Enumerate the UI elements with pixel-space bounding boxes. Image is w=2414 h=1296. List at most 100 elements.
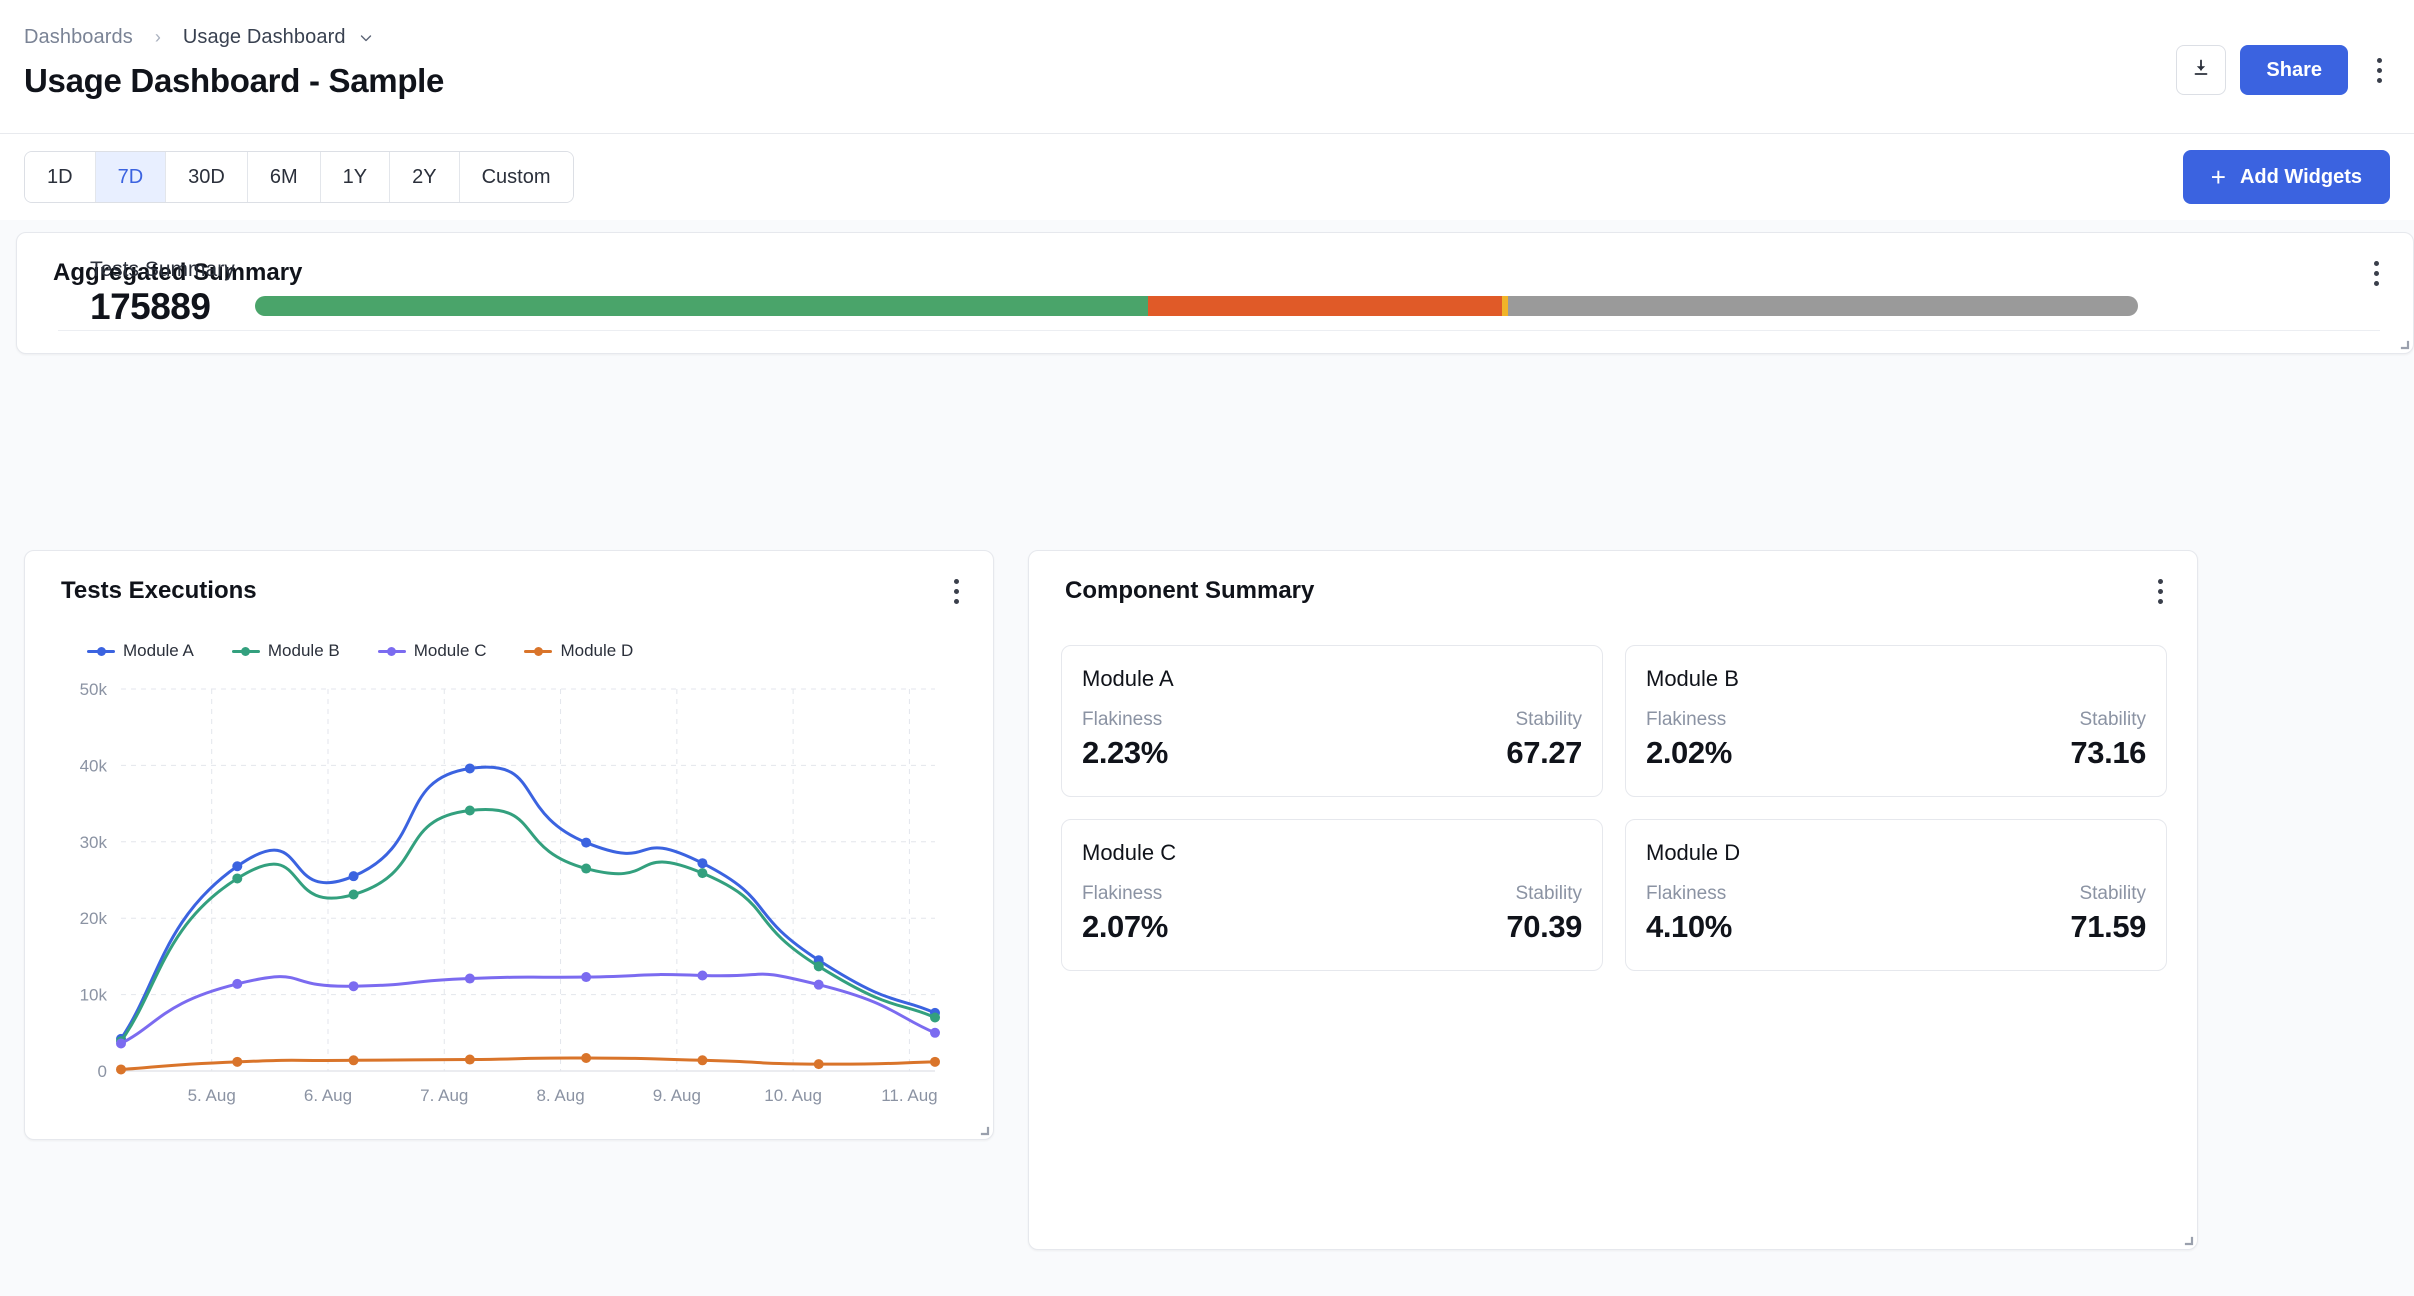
time-range-30d[interactable]: 30D xyxy=(166,152,248,202)
module-metrics-row: Flakiness 2.02% Stability 73.16 xyxy=(1646,709,2146,771)
legend-marker-icon xyxy=(524,645,553,657)
chevron-down-icon[interactable] xyxy=(358,30,374,46)
legend-item-module-d[interactable]: Module D xyxy=(524,641,633,661)
flakiness-metric: Flakiness 4.10% xyxy=(1646,883,1732,945)
breadcrumb: Dashboards › Usage Dashboard xyxy=(24,26,374,49)
aggregated-summary-menu-button[interactable] xyxy=(2359,255,2393,291)
module-card[interactable]: Module D Flakiness 4.10% Stability 71.59 xyxy=(1625,819,2167,971)
share-button[interactable]: Share xyxy=(2240,45,2348,95)
bar-segment-pending xyxy=(1501,296,1509,316)
data-point[interactable] xyxy=(348,889,359,900)
page-header: Dashboards › Usage Dashboard Usage Dashb… xyxy=(0,0,2414,134)
data-point[interactable] xyxy=(581,1053,592,1064)
stability-value: 73.16 xyxy=(2070,735,2146,770)
data-point[interactable] xyxy=(464,973,475,984)
module-card[interactable]: Module B Flakiness 2.02% Stability 73.16 xyxy=(1625,645,2167,797)
panel-resize-handle[interactable] xyxy=(2178,1230,2194,1246)
data-point[interactable] xyxy=(232,873,243,884)
flakiness-value: 2.23% xyxy=(1082,735,1168,770)
tests-executions-menu-button[interactable] xyxy=(939,573,973,609)
stability-value: 70.39 xyxy=(1506,909,1582,944)
panel-resize-handle[interactable] xyxy=(974,1120,990,1136)
panel-resize-handle[interactable] xyxy=(2394,334,2410,350)
stability-metric: Stability 73.16 xyxy=(2070,709,2146,771)
module-card[interactable]: Module A Flakiness 2.23% Stability 67.27 xyxy=(1061,645,1603,797)
data-point[interactable] xyxy=(464,1054,475,1065)
data-point[interactable] xyxy=(930,1012,940,1023)
time-range-2y[interactable]: 2Y xyxy=(390,152,460,202)
time-range-6m[interactable]: 6M xyxy=(247,152,321,202)
flakiness-label: Flakiness xyxy=(1082,883,1163,904)
stability-value: 67.27 xyxy=(1506,735,1582,770)
tests-summary-label: Tests Summary xyxy=(90,258,235,281)
more-dot xyxy=(2373,280,2379,286)
data-point[interactable] xyxy=(697,868,708,879)
x-axis-tick-label: 10. Aug xyxy=(764,1086,822,1105)
data-point[interactable] xyxy=(581,837,592,848)
data-point[interactable] xyxy=(697,1055,708,1066)
series-line-module-d xyxy=(119,1056,937,1071)
time-range-7d[interactable]: 7D xyxy=(95,152,167,202)
stability-label: Stability xyxy=(1515,709,1582,730)
more-dot xyxy=(2373,260,2379,266)
x-axis-tick-label: 9. Aug xyxy=(653,1086,701,1105)
page-title: Usage Dashboard - Sample xyxy=(24,62,445,99)
download-button[interactable] xyxy=(2176,45,2227,95)
time-range-custom[interactable]: Custom xyxy=(459,152,573,202)
bar-segment-failed xyxy=(1147,296,1502,316)
more-dot xyxy=(2157,578,2163,584)
data-point[interactable] xyxy=(697,970,708,981)
legend-item-module-b[interactable]: Module B xyxy=(231,641,340,661)
stability-metric: Stability 71.59 xyxy=(2070,883,2146,945)
time-range-selector[interactable]: 1D 7D 30D 6M 1Y 2Y Custom xyxy=(24,151,574,203)
tests-executions-title: Tests Executions xyxy=(61,577,257,604)
more-dot xyxy=(2376,57,2382,63)
stability-value: 71.59 xyxy=(2070,909,2146,944)
legend-item-module-c[interactable]: Module C xyxy=(377,641,486,661)
data-point[interactable] xyxy=(464,805,475,816)
data-point[interactable] xyxy=(581,863,592,874)
panel-divider xyxy=(58,330,2380,331)
data-point[interactable] xyxy=(813,979,824,990)
more-dot xyxy=(2373,270,2379,276)
data-point[interactable] xyxy=(464,763,475,774)
data-point[interactable] xyxy=(232,1056,243,1067)
flakiness-value: 2.07% xyxy=(1082,909,1168,944)
module-card[interactable]: Module C Flakiness 2.07% Stability 70.39 xyxy=(1061,819,1603,971)
more-dot xyxy=(2376,77,2382,83)
data-point[interactable] xyxy=(581,972,592,983)
data-point[interactable] xyxy=(116,1064,126,1075)
add-widgets-button[interactable]: + Add Widgets xyxy=(2182,150,2390,204)
legend-marker-icon xyxy=(231,645,260,657)
data-point[interactable] xyxy=(232,861,243,872)
legend-marker-icon xyxy=(87,645,115,657)
data-point[interactable] xyxy=(697,858,708,869)
time-range-1d[interactable]: 1D xyxy=(25,152,96,202)
data-point[interactable] xyxy=(348,871,359,882)
bar-segment-skipped xyxy=(1508,296,2138,316)
component-summary-menu-button[interactable] xyxy=(2143,573,2177,609)
flakiness-label: Flakiness xyxy=(1646,709,1727,730)
flakiness-metric: Flakiness 2.02% xyxy=(1646,709,1732,771)
legend-label: Module D xyxy=(560,641,634,660)
y-axis-tick-label: 30k xyxy=(80,833,108,852)
time-range-1y[interactable]: 1Y xyxy=(320,152,391,202)
series-line-module-b xyxy=(119,808,937,1043)
data-point[interactable] xyxy=(348,981,359,992)
dashboard-canvas: Aggregated Summary Tests Executions Modu… xyxy=(0,220,2414,1296)
header-more-menu-button[interactable] xyxy=(2362,45,2396,95)
data-point[interactable] xyxy=(813,961,824,972)
breadcrumb-dashboards-link[interactable]: Dashboards xyxy=(24,26,133,49)
legend-item-module-a[interactable]: Module A xyxy=(87,641,194,661)
data-point[interactable] xyxy=(930,1027,940,1038)
tests-summary-stacked-bar xyxy=(255,296,2138,316)
data-point[interactable] xyxy=(116,1038,126,1049)
add-widgets-label: Add Widgets xyxy=(2239,165,2362,188)
y-axis-tick-label: 40k xyxy=(80,756,108,775)
data-point[interactable] xyxy=(813,1059,824,1070)
breadcrumb-current-dashboard[interactable]: Usage Dashboard xyxy=(183,26,346,49)
data-point[interactable] xyxy=(232,978,243,989)
data-point[interactable] xyxy=(348,1055,359,1066)
plus-icon: + xyxy=(2210,162,2226,192)
data-point[interactable] xyxy=(930,1056,940,1067)
